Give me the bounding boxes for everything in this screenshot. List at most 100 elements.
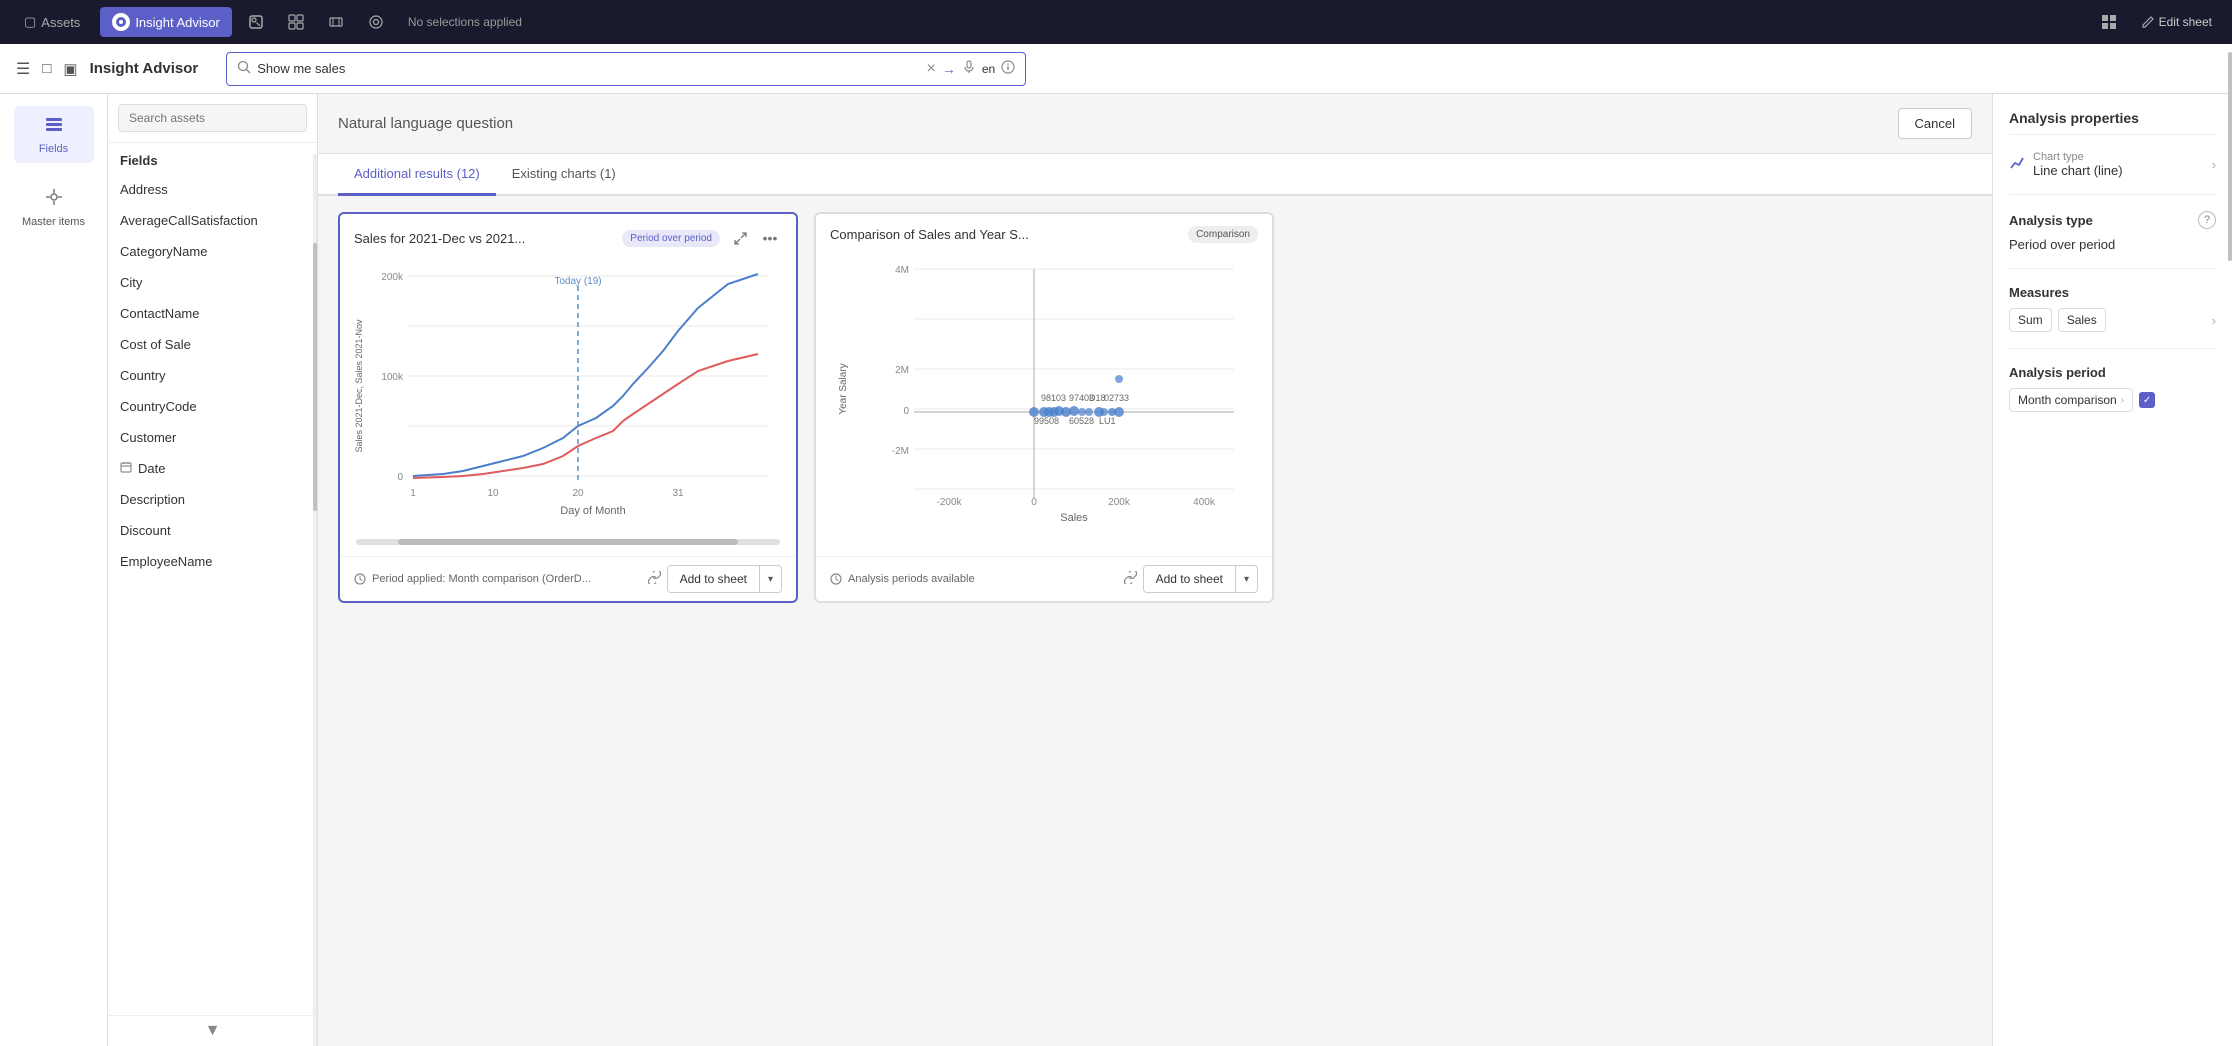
field-discount[interactable]: Discount — [108, 515, 317, 546]
nlq-search-bar: × → en — [226, 52, 1026, 86]
field-city[interactable]: City — [108, 267, 317, 298]
fields-sidebar: Fields Address AverageCallSatisfaction C… — [108, 94, 318, 1046]
field-categoryname[interactable]: CategoryName — [108, 236, 317, 267]
measure-chevron[interactable]: › — [2212, 313, 2216, 328]
chart-type-label: Chart type — [2033, 151, 2123, 163]
chart-type-chevron[interactable]: › — [2212, 157, 2216, 172]
info-btn[interactable] — [1001, 60, 1015, 77]
period-chip[interactable]: Month comparison › — [2009, 388, 2133, 412]
line-chart-svg: 200k 100k 0 1 10 20 31 Day of Month Sale… — [348, 256, 788, 536]
field-address[interactable]: Address — [108, 174, 317, 205]
badge-comparison: Comparison — [1188, 226, 1258, 243]
period-checkbox[interactable]: ✓ — [2139, 392, 2155, 408]
link-icon[interactable] — [648, 571, 661, 587]
analysis-type-section: Analysis type ? Period over period — [2009, 211, 2216, 252]
chart-type-value: Line chart (line) — [2033, 163, 2123, 178]
main-layout: Fields Master items Fields Address Avera… — [0, 94, 2232, 1046]
field-country[interactable]: Country — [108, 360, 317, 391]
chart-actions-period: ••• — [728, 226, 782, 250]
clock-icon — [354, 573, 366, 585]
nlq-title: Natural language question — [338, 115, 513, 132]
field-employeename[interactable]: EmployeeName — [108, 546, 317, 577]
add-to-sheet-dropdown-1[interactable]: ▾ — [760, 568, 781, 591]
master-items-panel-item[interactable]: Master items — [14, 179, 94, 236]
add-to-sheet-dropdown-2[interactable]: ▾ — [1236, 568, 1257, 591]
expand-chart-btn[interactable] — [728, 226, 752, 250]
grid-view-btn[interactable] — [2093, 6, 2125, 38]
link-icon-2[interactable] — [1124, 571, 1137, 587]
field-contactname[interactable]: ContactName — [108, 298, 317, 329]
fields-list: Address AverageCallSatisfaction Category… — [108, 174, 317, 1015]
svg-text:2M: 2M — [895, 365, 909, 376]
fields-scrollbar-thumb[interactable] — [313, 243, 317, 511]
field-averagecallsatisfaction[interactable]: AverageCallSatisfaction — [108, 205, 317, 236]
measure-chip-sum: Sum — [2009, 308, 2052, 332]
chart-header-comparison: Comparison of Sales and Year S... Compar… — [816, 214, 1272, 249]
fields-panel-item[interactable]: Fields — [14, 106, 94, 163]
svg-text:31: 31 — [672, 488, 684, 499]
edit-sheet-btn[interactable]: Edit sheet — [2133, 11, 2220, 33]
master-items-icon — [44, 187, 64, 212]
cancel-button[interactable]: Cancel — [1898, 108, 1972, 139]
nav-assets[interactable]: ▢ Assets — [12, 8, 92, 36]
field-date[interactable]: Date — [108, 453, 317, 484]
chart-title-comparison: Comparison of Sales and Year S... — [830, 227, 1180, 242]
lang-selector[interactable]: en — [982, 62, 995, 76]
search-input[interactable] — [257, 61, 920, 76]
chart-card-period: Sales for 2021-Dec vs 2021... Period ove… — [338, 212, 798, 603]
search-tool-btn[interactable] — [240, 6, 272, 38]
tab-additional-results[interactable]: Additional results (12) — [338, 154, 496, 196]
nav-insight-advisor[interactable]: Insight Advisor — [100, 7, 232, 37]
mic-btn[interactable] — [962, 60, 976, 77]
period-applied-text: Period applied: Month comparison (OrderD… — [372, 573, 642, 585]
field-customer[interactable]: Customer — [108, 422, 317, 453]
chart-type-section: Chart type Line chart (line) › — [2009, 151, 2216, 178]
svg-text:20: 20 — [572, 488, 584, 499]
add-to-sheet-btn-2[interactable]: Add to sheet ▾ — [1143, 565, 1258, 593]
chart-scrollbar[interactable] — [356, 539, 780, 545]
panel-toggle-left[interactable]: □ — [42, 60, 51, 77]
measure-chip-sales[interactable]: Sales — [2058, 308, 2106, 332]
help-icon[interactable]: ? — [2198, 211, 2216, 229]
panel-toggle-right[interactable]: ▣ — [63, 60, 77, 78]
target-tool-btn[interactable] — [360, 6, 392, 38]
field-description[interactable]: Description — [108, 484, 317, 515]
add-to-sheet-btn-1[interactable]: Add to sheet ▾ — [667, 565, 782, 593]
divider-1 — [2009, 194, 2216, 195]
chart-footer-comparison: Analysis periods available Add to sheet … — [816, 556, 1272, 601]
nlq-header: Natural language question Cancel — [318, 94, 1992, 154]
tab-existing-charts[interactable]: Existing charts (1) — [496, 154, 632, 196]
right-panel-scrollbar-thumb[interactable] — [2228, 94, 2232, 261]
field-countrycode[interactable]: CountryCode — [108, 391, 317, 422]
fields-icon — [44, 114, 64, 139]
hamburger-menu[interactable]: ☰ — [16, 59, 30, 79]
no-selections-text: No selections applied — [400, 15, 530, 29]
fields-scrollbar-track — [313, 154, 317, 1046]
analysis-periods-text: Analysis periods available — [848, 573, 1118, 585]
layout-tool-btn[interactable] — [280, 6, 312, 38]
add-to-sheet-label-1[interactable]: Add to sheet — [668, 566, 760, 592]
analysis-type-heading: Analysis type — [2009, 213, 2093, 228]
field-costofsale[interactable]: Cost of Sale — [108, 329, 317, 360]
right-panel-scrollbar — [2228, 94, 2232, 1046]
fields-label: Fields — [39, 143, 68, 155]
search-assets-input[interactable] — [118, 104, 307, 132]
aspect-tool-btn[interactable] — [320, 6, 352, 38]
search-assets-container — [108, 94, 317, 143]
scatter-chart-svg: 4M 2M 0 -2M -200k 0 200k 400k Sales Year… — [824, 249, 1264, 529]
main-content: Natural language question Cancel Additio… — [318, 94, 1992, 1046]
chart-scrollbar-thumb[interactable] — [398, 539, 737, 545]
master-items-label: Master items — [22, 216, 85, 228]
svg-text:02733: 02733 — [1104, 393, 1129, 403]
svg-text:Today (19): Today (19) — [554, 276, 601, 287]
tabs-row: Additional results (12) Existing charts … — [318, 154, 1992, 196]
svg-text:1: 1 — [410, 488, 416, 499]
add-to-sheet-label-2[interactable]: Add to sheet — [1144, 566, 1236, 592]
svg-text:Day of Month: Day of Month — [560, 505, 625, 517]
clear-search-btn[interactable]: × — [927, 60, 936, 78]
fields-scroll-down[interactable]: ▼ — [108, 1015, 317, 1046]
forward-btn[interactable]: → — [942, 61, 956, 77]
more-options-btn[interactable]: ••• — [758, 226, 782, 250]
svg-text:0: 0 — [903, 406, 909, 417]
chart-card-comparison: Comparison of Sales and Year S... Compar… — [814, 212, 1274, 603]
